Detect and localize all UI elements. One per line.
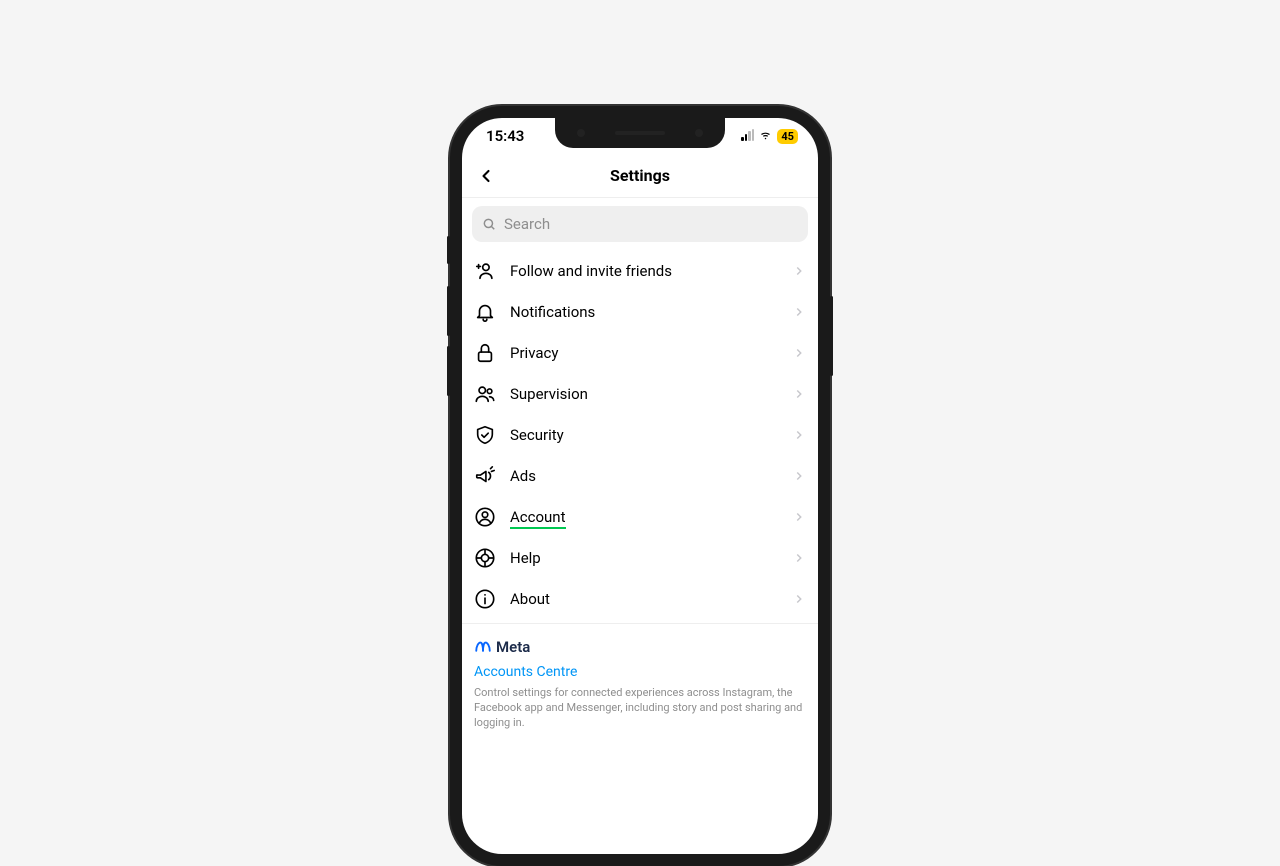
chevron-right-icon [792,387,806,401]
chevron-right-icon [792,551,806,565]
menu-item-help[interactable]: Help [462,537,818,578]
cellular-icon [741,131,754,141]
power-button [830,296,833,376]
meta-brand-text: Meta [496,638,530,656]
menu-label: Notifications [510,303,778,321]
search-icon [482,217,496,231]
lock-icon [474,342,496,364]
bell-icon [474,301,496,323]
search-placeholder: Search [504,215,550,233]
meta-logo-icon [474,638,492,656]
chevron-right-icon [792,469,806,483]
meta-section: Meta Accounts Centre Control settings fo… [462,624,818,731]
wifi-icon [758,130,773,142]
page-title: Settings [610,166,670,185]
info-icon [474,588,496,610]
battery-badge: 45 [777,129,798,144]
help-icon [474,547,496,569]
menu-label: Supervision [510,385,778,403]
chevron-right-icon [792,305,806,319]
megaphone-icon [474,465,496,487]
menu-label: Account [510,508,778,526]
nav-bar: Settings [462,154,818,198]
volume-up-button [447,286,450,336]
menu-label: About [510,590,778,608]
chevron-right-icon [792,346,806,360]
accounts-centre-link[interactable]: Accounts Centre [474,664,806,680]
meta-brand: Meta [474,638,806,656]
menu-item-supervision[interactable]: Supervision [462,373,818,414]
menu-label: Privacy [510,344,778,362]
menu-label: Follow and invite friends [510,262,778,280]
menu-item-security[interactable]: Security [462,414,818,455]
menu-item-follow-invite[interactable]: Follow and invite friends [462,250,818,291]
phone-screen: 15:43 45 Settings Search [462,118,818,854]
chevron-right-icon [792,592,806,606]
search-input[interactable]: Search [472,206,808,242]
chevron-right-icon [792,264,806,278]
chevron-right-icon [792,510,806,524]
shield-icon [474,424,496,446]
volume-down-button [447,346,450,396]
phone-notch [555,118,725,148]
account-icon [474,506,496,528]
menu-label: Help [510,549,778,567]
meta-description: Control settings for connected experienc… [474,686,806,731]
phone-frame: 15:43 45 Settings Search [450,106,830,866]
settings-list: Follow and invite friends Notifications … [462,250,818,731]
menu-item-about[interactable]: About [462,578,818,619]
status-time: 15:43 [486,127,524,145]
silent-switch [447,236,450,264]
chevron-right-icon [792,428,806,442]
chevron-left-icon [476,166,496,186]
menu-item-notifications[interactable]: Notifications [462,291,818,332]
people-icon [474,383,496,405]
menu-item-ads[interactable]: Ads [462,455,818,496]
menu-label: Security [510,426,778,444]
person-add-icon [474,260,496,282]
menu-item-account[interactable]: Account [462,496,818,537]
menu-label: Ads [510,467,778,485]
menu-item-privacy[interactable]: Privacy [462,332,818,373]
back-button[interactable] [470,160,502,192]
